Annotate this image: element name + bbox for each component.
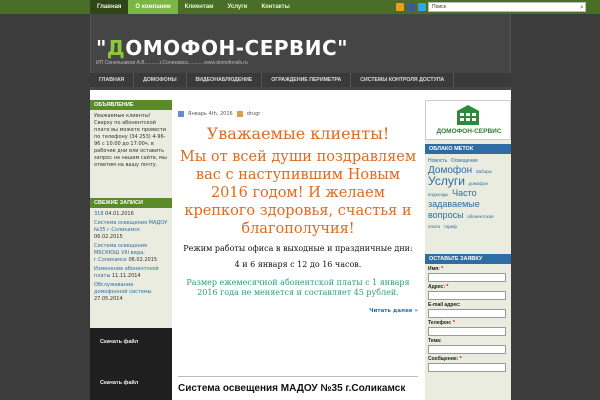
order-form: Имя: * Адрес: * E-mail адрес: Телефон: * Тем…	[425, 264, 511, 376]
tag-link[interactable]: Новость	[428, 158, 447, 164]
rss-icon[interactable]	[396, 3, 404, 11]
download-file-link[interactable]: Скачать файл	[100, 339, 138, 345]
post-meta: Январь 4th, 2016 drugr	[178, 110, 418, 118]
calendar-icon	[178, 111, 184, 117]
tag-link[interactable]: Услуги	[428, 174, 465, 188]
download-file-link[interactable]: Скачать файл	[100, 380, 138, 386]
logo-text: ДОМОФОН-СЕРВИС	[436, 128, 502, 135]
form-field-input[interactable]	[428, 309, 506, 318]
topnav-services[interactable]: Услуги	[221, 0, 255, 14]
logo[interactable]: ДОМОФОН-СЕРВИС	[425, 100, 511, 140]
building-logo-icon	[457, 105, 479, 125]
mainnav-perimeter[interactable]: ОГРАЖДЕНИЕ ПЕРИМЕТРА	[262, 73, 352, 87]
main-navigation: ГЛАВНАЯ ДОМОФОНЫ ВИДЕОНАБЛЮДЕНИЕ ОГРАЖДЕ…	[90, 73, 511, 87]
form-field-input[interactable]	[428, 291, 506, 300]
post-title[interactable]: Система освещения МАДОУ №35 г.Соликамск	[178, 383, 418, 395]
facebook-icon[interactable]	[407, 3, 415, 11]
list-item: Обслуживание домофонной системы 27.05.20…	[94, 282, 168, 303]
recent-post-date: 11.11.2014	[111, 273, 141, 279]
post-hours-title: Режим работы офиса в выходные и празднич…	[183, 244, 413, 253]
recent-post-date: 04.01.2016	[105, 211, 134, 217]
recent-posts-widget: СВЕЖИЕ ЗАПИСИ 318 04.01.2016 Система осв…	[90, 198, 172, 308]
topnav-clients[interactable]: Клиентам	[178, 0, 221, 14]
author-icon	[236, 111, 243, 117]
tag-link[interactable]: домофон	[469, 181, 488, 186]
form-field-input[interactable]	[428, 327, 506, 336]
topnav-home[interactable]: Главная	[90, 0, 129, 14]
social-icons	[396, 3, 426, 11]
form-field-label: Тема:	[428, 338, 442, 344]
divider	[178, 376, 418, 377]
form-field-input[interactable]	[428, 345, 506, 354]
tag-link[interactable]: тариф	[444, 224, 457, 229]
announce-text: Уважаемые клиенты! Сверху по абонентской…	[94, 113, 167, 168]
recent-post-date: 27.05.2014	[94, 296, 123, 302]
left-sidebar: ОБЪЯВЛЕНИЕ Уважаемые клиенты! Сверху по …	[90, 100, 172, 400]
mainnav-intercoms[interactable]: ДОМОФОНЫ	[134, 73, 187, 87]
mainnav-video[interactable]: ВИДЕОНАБЛЮДЕНИЕ	[187, 73, 263, 87]
form-field-input[interactable]	[428, 363, 506, 372]
download-widget: Скачать файл Скачать файл	[90, 328, 172, 400]
read-more-link[interactable]: Читать далее »	[178, 308, 418, 314]
post-author[interactable]: drugr	[247, 110, 261, 118]
tag-link[interactable]: Заборы	[476, 169, 492, 174]
right-sidebar: ДОМОФОН-СЕРВИС ОБЛАКО МЕТОК Новость Осве…	[425, 100, 511, 400]
twitter-icon[interactable]	[418, 3, 426, 11]
form-field-input[interactable]	[428, 273, 506, 282]
search-icon[interactable]: ⌕	[578, 3, 586, 11]
tag-cloud-title: ОБЛАКО МЕТОК	[425, 144, 511, 154]
post: Январь 4th, 2016 drugr Уважаемые клиенты…	[178, 110, 418, 314]
tag-link[interactable]: Освещение	[451, 158, 478, 164]
recent-post-link[interactable]: Обслуживание домофонной системы	[94, 282, 152, 295]
form-field-label: E-mail адрес:	[428, 302, 461, 308]
mainnav-home[interactable]: ГЛАВНАЯ	[90, 73, 135, 87]
recent-posts-title: СВЕЖИЕ ЗАПИСИ	[90, 198, 172, 208]
site-title[interactable]: "ДОМОФОН-СЕРВИС"	[96, 36, 348, 60]
recent-post-link[interactable]: 318	[94, 211, 104, 217]
form-field-label: Сообщение: *	[428, 356, 462, 362]
recent-post-date: 06.02.2015	[94, 234, 123, 240]
topnav-about[interactable]: О компании	[128, 0, 178, 14]
search-input[interactable]: Поиск	[428, 2, 586, 12]
post-greeting: Уважаемые клиенты!	[206, 124, 390, 143]
list-item: 318 04.01.2016	[94, 211, 168, 218]
post-fee: Размер ежемесячной абонентской платы с 1…	[186, 278, 410, 297]
topnav-contacts[interactable]: Контакты	[254, 0, 296, 14]
mainnav-access-control[interactable]: СИСТЕМЫ КОНТРОЛЯ ДОСТУПА	[351, 73, 455, 87]
form-field-label: Имя: *	[428, 266, 444, 272]
post-hours: 4 и 6 января с 12 до 16 часов.	[234, 260, 362, 269]
post-congratulation: Мы от всей души поздравляем вас с наступ…	[179, 149, 417, 237]
tag-cloud: Новость Освещение Домофон Заборы Услуги …	[425, 154, 511, 235]
tag-link[interactable]: подъезды	[428, 192, 448, 197]
announce-title: ОБЪЯВЛЕНИЕ	[90, 100, 172, 110]
post-date: Январь 4th, 2016	[188, 111, 233, 117]
recent-post-link[interactable]: Система освещения МАДОУ №35 г.Соликамск	[94, 220, 167, 233]
form-field-label: Телефон: *	[428, 320, 455, 326]
tag-cloud-widget: ОБЛАКО МЕТОК Новость Освещение Домофон З…	[425, 144, 511, 235]
order-form-widget: ОСТАВЬТЕ ЗАЯВКУ Имя: * Адрес: * E-mail адр…	[425, 254, 511, 376]
list-item: Система освещения МАДОУ №35 г.Соликамск …	[94, 220, 168, 241]
recent-post-date: 06.02.2015	[128, 257, 158, 263]
list-item: Изменение абонентской платы 11.11.2014	[94, 266, 168, 280]
order-form-title: ОСТАВЬТЕ ЗАЯВКУ	[425, 254, 511, 264]
top-navigation: Главная О компании Клиентам Услуги Конта…	[90, 0, 297, 14]
announce-widget: ОБЪЯВЛЕНИЕ Уважаемые клиенты! Сверху по …	[90, 100, 172, 172]
form-field-label: Адрес: *	[428, 284, 449, 290]
site-description: ИП Синельников А.В...........г.Соликамск…	[96, 60, 248, 66]
list-item: Система освещения МБСКЮШ VIII вида, г.Со…	[94, 243, 168, 264]
